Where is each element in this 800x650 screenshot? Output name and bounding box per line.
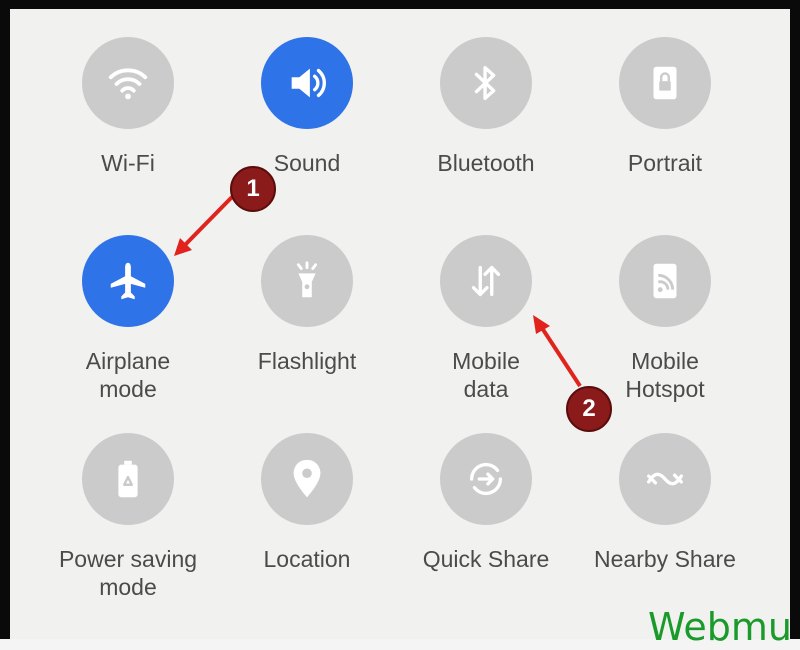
arrow-2-head bbox=[533, 315, 550, 334]
watermark: Webmu bbox=[648, 605, 792, 649]
annotation-marker-2: 2 bbox=[566, 386, 612, 432]
arrow-1 bbox=[180, 195, 234, 250]
arrow-2 bbox=[540, 326, 582, 388]
annotation-marker-1: 1 bbox=[230, 166, 276, 212]
annotation-arrows bbox=[174, 195, 582, 388]
